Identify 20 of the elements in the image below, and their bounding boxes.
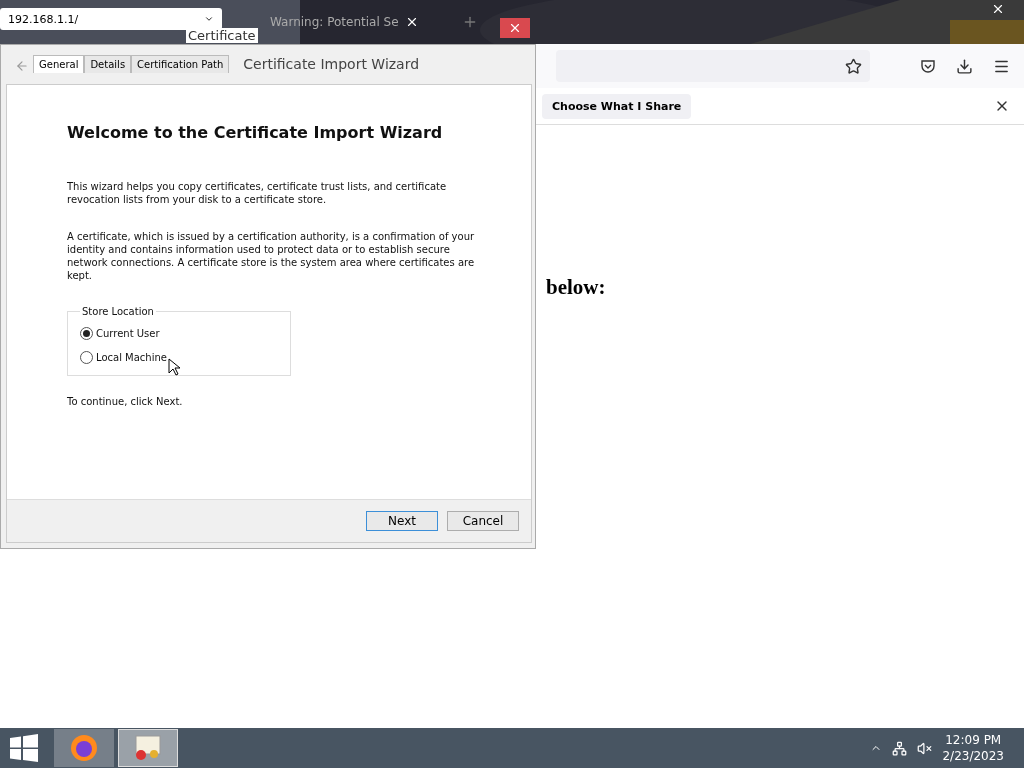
paragraph: This wizard helps you copy certificates, certificate trust lists, and certificate revocation lists from your disk to a certificate store. bbox=[67, 180, 448, 206]
wizard-heading: Welcome to the Certificate Import Wizard bbox=[67, 123, 444, 142]
paragraph: A certificate, which is issued by a certification authority, is a confirmation of your identity and contains information used to protect data or to establish secure network connections. A certificate store is the system area where certificates are kept. bbox=[67, 230, 476, 282]
address-text: 192.168.1.1/ bbox=[8, 12, 79, 26]
wizard-title: Certificate Import Wizard bbox=[243, 56, 420, 72]
clock[interactable]: 12:09 PM 2/23/2023 bbox=[942, 732, 1004, 764]
group-label: Store Location bbox=[81, 306, 155, 317]
address-popup[interactable]: 192.168.1.1/ bbox=[0, 8, 222, 30]
tab[interactable]: General bbox=[33, 55, 85, 73]
next-button[interactable]: Next bbox=[366, 511, 438, 531]
page-heading: below: bbox=[546, 275, 606, 300]
tab-title[interactable]: Warning: Potential Se bbox=[270, 15, 399, 29]
window-title: Certificate bbox=[186, 28, 258, 43]
tab[interactable]: Certification Path bbox=[131, 55, 230, 73]
radio-label[interactable]: Local Machine bbox=[96, 351, 167, 363]
radio-label[interactable]: Current User bbox=[96, 327, 160, 339]
choose-share-button[interactable]: Choose What I Share bbox=[542, 93, 692, 119]
hint-text: To continue, click Next. bbox=[67, 396, 183, 407]
cancel-button[interactable]: Cancel bbox=[447, 511, 519, 531]
tab[interactable]: Details bbox=[84, 55, 132, 73]
